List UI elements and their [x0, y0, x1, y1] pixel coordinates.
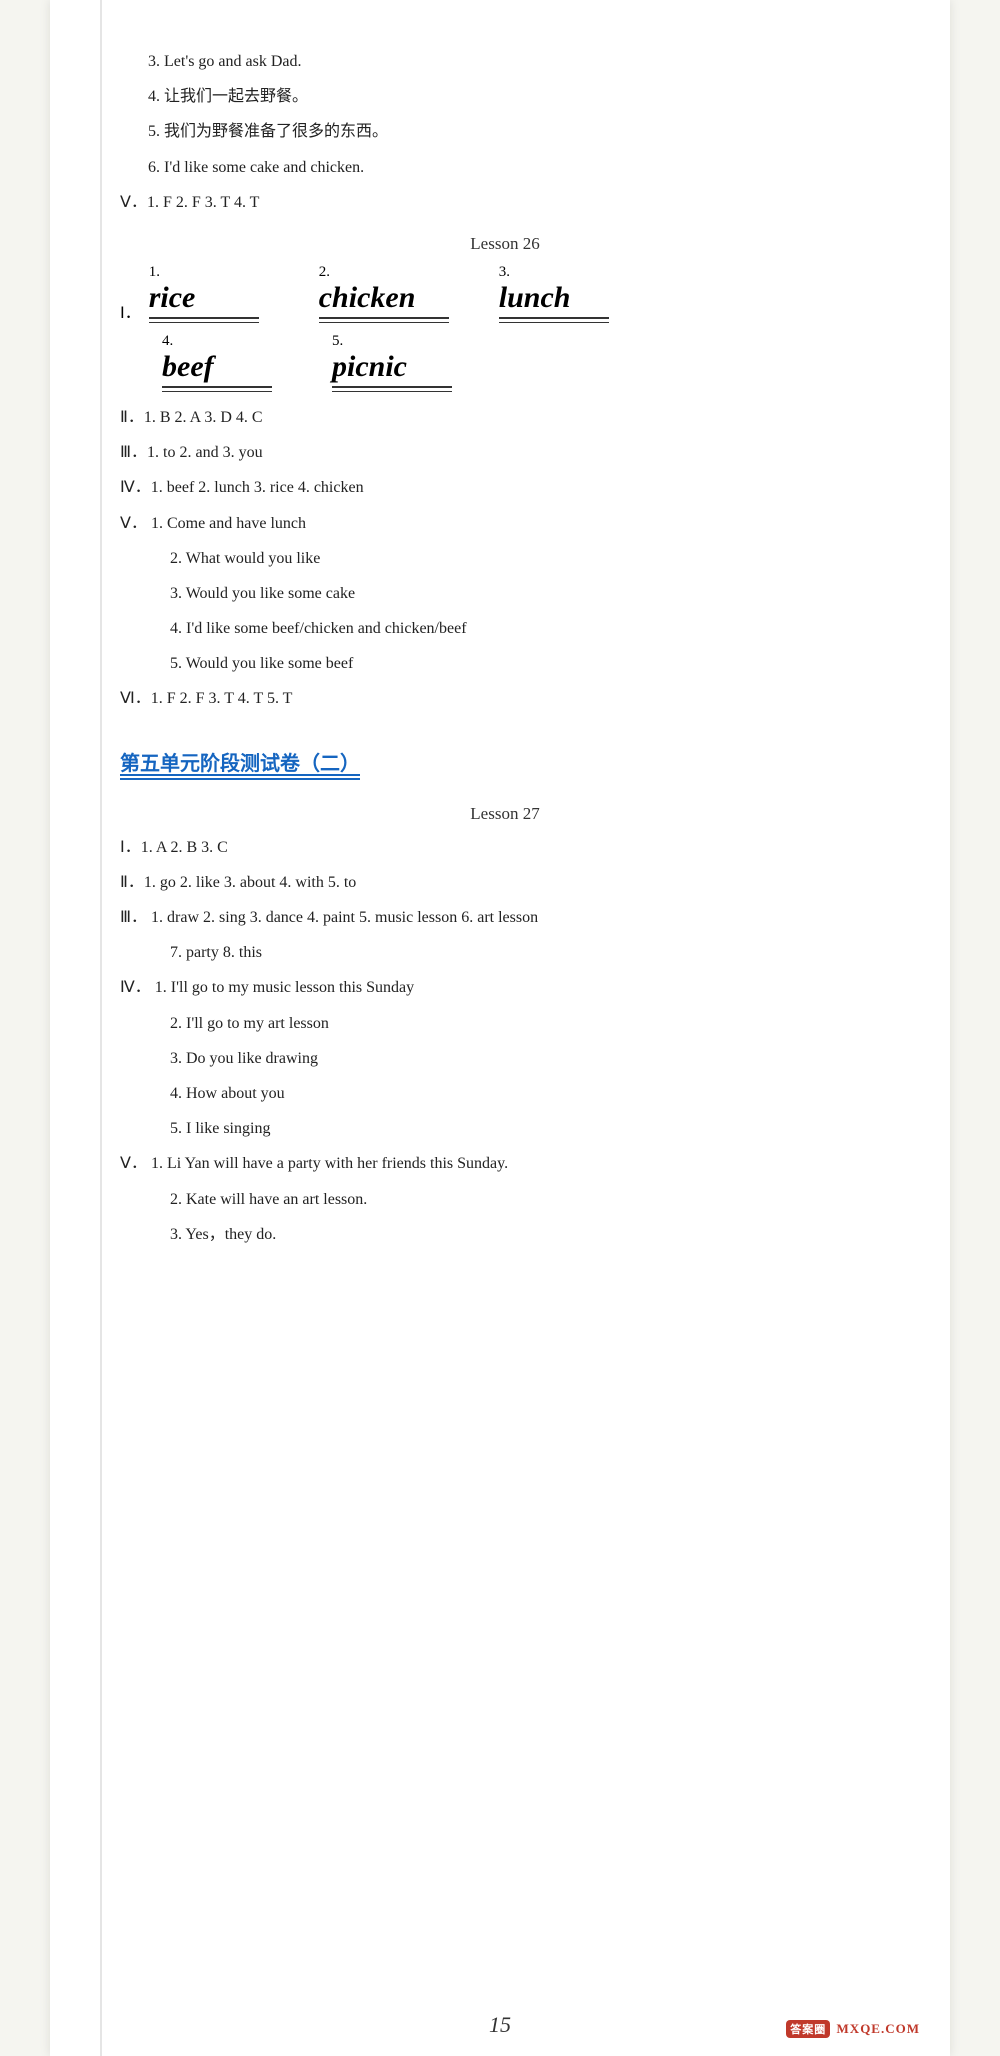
text-6: I'd like some cake and chicken.	[164, 159, 364, 176]
l27-part2-text: Ⅱ．1. go 2. like 3. about 4. with 5. to	[120, 874, 356, 891]
lesson26-title: Lesson 26	[120, 234, 890, 254]
blue-title-container: 第五单元阶段测试卷（二）	[120, 729, 890, 786]
page-num-text: 15	[489, 2012, 511, 2037]
hw-num-1: 1.	[149, 264, 160, 281]
l27-part5-item-2: 2. Kate will have an art lesson.	[170, 1186, 890, 1213]
line-6: 6. I'd like some cake and chicken.	[148, 154, 890, 181]
part5-item-5: 5. Would you like some beef	[170, 650, 890, 677]
line-5: 5. 我们为野餐准备了很多的东西。	[148, 118, 890, 145]
line-4: 4. 让我们一起去野餐。	[148, 83, 890, 110]
part4-text: Ⅳ．1. beef 2. lunch 3. rice 4. chicken	[120, 479, 364, 496]
l27-part1-text: Ⅰ．1. A 2. B 3. C	[120, 839, 228, 856]
lesson26-label: Lesson 26	[470, 234, 539, 253]
hw-num-3: 3.	[499, 264, 510, 281]
hw-item-1: 1. rice	[149, 264, 269, 323]
hw-num-5: 5.	[332, 333, 343, 350]
part5-section: Ⅴ． 1. Come and have lunch	[120, 510, 890, 537]
l27-part3-text2: 7. party 8. this	[170, 944, 262, 961]
l27-part4-item-2: 2. I'll go to my art lesson	[170, 1010, 890, 1037]
hw-word-2: chicken	[319, 281, 416, 314]
part5-item-3: 3. Would you like some cake	[170, 580, 890, 607]
l27-part3-text1: 1. draw 2. sing 3. dance 4. paint 5. mus…	[151, 909, 538, 926]
l27-part4-section: Ⅳ． 1. I'll go to my music lesson this Su…	[120, 974, 890, 1001]
hw-word-3: lunch	[499, 281, 571, 314]
part5-item-2: 2. What would you like	[170, 545, 890, 572]
part3-line: Ⅲ．1. to 2. and 3. you	[120, 439, 890, 466]
l27-part3-line2: 7. party 8. this	[170, 939, 890, 966]
roman5-text: Ⅴ．1. F 2. F 3. T 4. T	[120, 194, 259, 211]
text-4: 让我们一起去野餐。	[164, 88, 308, 105]
l27-part5-item-1: 1. Li Yan will have a party with her fri…	[151, 1155, 508, 1172]
page-number: 15	[489, 2012, 511, 2038]
part2-line: Ⅱ．1. B 2. A 3. D 4. C	[120, 404, 890, 431]
blue-title: 第五单元阶段测试卷（二）	[120, 747, 360, 780]
l27-part5-section: Ⅴ． 1. Li Yan will have a party with her …	[120, 1150, 890, 1177]
num-5: 5.	[148, 123, 160, 140]
part6-text: Ⅵ．1. F 2. F 3. T 4. T 5. T	[120, 690, 292, 707]
top-section: 3. Let's go and ask Dad. 4. 让我们一起去野餐。 5.…	[120, 48, 890, 181]
part5-item-1: 1. Come and have lunch	[151, 515, 306, 532]
hw-word-1: rice	[149, 281, 196, 314]
hw-item-3: 3. lunch	[499, 264, 619, 323]
l27-part4-item-3: 3. Do you like drawing	[170, 1045, 890, 1072]
hw-item-4: 4. beef	[162, 333, 282, 392]
hw-item-2: 2. chicken	[319, 264, 449, 323]
part5-label: Ⅴ．	[120, 515, 147, 532]
l27-part5-label: Ⅴ．	[120, 1155, 147, 1172]
part6-line: Ⅵ．1. F 2. F 3. T 4. T 5. T	[120, 685, 890, 712]
line-3: 3. Let's go and ask Dad.	[148, 48, 890, 75]
hw-word-4: beef	[162, 350, 214, 383]
hw-num-4: 4.	[162, 333, 173, 350]
part4-line: Ⅳ．1. beef 2. lunch 3. rice 4. chicken	[120, 474, 890, 501]
num-6: 6.	[148, 159, 160, 176]
l27-part1-line: Ⅰ．1. A 2. B 3. C	[120, 834, 890, 861]
watermark-text: MXQE.COM	[837, 2021, 920, 2036]
watermark: 答案圈 MXQE.COM	[786, 2020, 920, 2038]
part1-label: Ⅰ．	[120, 299, 141, 323]
l27-part3-line1: Ⅲ． 1. draw 2. sing 3. dance 4. paint 5. …	[120, 904, 890, 931]
hw-num-2: 2.	[319, 264, 330, 281]
part5-item-4: 4. I'd like some beef/chicken and chicke…	[170, 615, 890, 642]
l27-part5-item-3: 3. Yes，they do.	[170, 1221, 890, 1248]
l27-part4-item-1: 1. I'll go to my music lesson this Sunda…	[155, 979, 414, 996]
roman5-line: Ⅴ．1. F 2. F 3. T 4. T	[120, 189, 890, 216]
text-5: 我们为野餐准备了很多的东西。	[164, 123, 388, 140]
part2-text: Ⅱ．1. B 2. A 3. D 4. C	[120, 409, 263, 426]
l27-part2-line: Ⅱ．1. go 2. like 3. about 4. with 5. to	[120, 869, 890, 896]
part3-text: Ⅲ．1. to 2. and 3. you	[120, 444, 263, 461]
num-3: 3.	[148, 53, 160, 70]
num-4: 4.	[148, 88, 160, 105]
watermark-icon: 答案圈	[786, 2020, 830, 2038]
l27-part4-item-5: 5. I like singing	[170, 1115, 890, 1142]
l27-part3-label: Ⅲ．	[120, 909, 147, 926]
l27-part4-item-4: 4. How about you	[170, 1080, 890, 1107]
l27-part4-label: Ⅳ．	[120, 979, 151, 996]
hw-item-5: 5. picnic	[332, 333, 452, 392]
page: 3. Let's go and ask Dad. 4. 让我们一起去野餐。 5.…	[50, 0, 950, 2056]
lesson27-title: Lesson 27	[120, 804, 890, 824]
text-3: Let's go and ask Dad.	[164, 53, 302, 70]
hw-word-5: picnic	[332, 350, 407, 383]
lesson27-label: Lesson 27	[470, 804, 539, 823]
